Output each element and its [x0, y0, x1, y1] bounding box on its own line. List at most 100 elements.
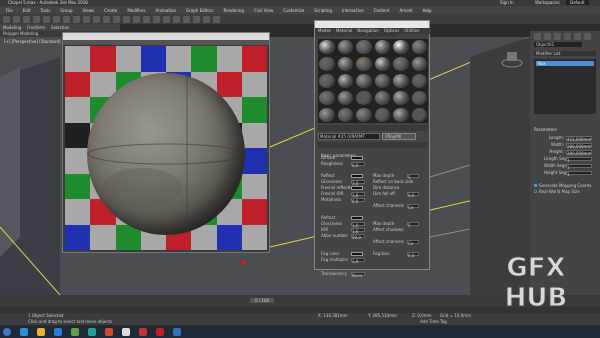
- menu-interactive[interactable]: Interactive: [342, 8, 364, 13]
- move-icon[interactable]: [73, 15, 80, 23]
- object-name-field[interactable]: Object01: [534, 42, 582, 47]
- material-slot[interactable]: [356, 108, 372, 122]
- menu-graph-editors[interactable]: Graph Editors: [186, 8, 213, 13]
- material-slot[interactable]: [319, 91, 335, 105]
- material-slot[interactable]: [393, 91, 409, 105]
- material-slot[interactable]: [411, 108, 427, 122]
- mirror-icon[interactable]: [133, 15, 140, 23]
- render-icon[interactable]: [213, 15, 220, 23]
- render-setup-icon[interactable]: [193, 15, 200, 23]
- color-swatch[interactable]: [351, 173, 363, 178]
- param-spinner[interactable]: 0,0: [407, 191, 419, 198]
- menu-civil-view[interactable]: Civil View: [254, 8, 273, 13]
- menu-modes[interactable]: Modes: [318, 28, 331, 34]
- menu-tools[interactable]: Tools: [40, 8, 50, 13]
- start-icon[interactable]: [3, 328, 11, 336]
- redo-icon[interactable]: [13, 15, 20, 23]
- material-slot[interactable]: [337, 40, 353, 54]
- frame-counter[interactable]: 0 / 100: [250, 298, 275, 303]
- material-slot[interactable]: [356, 74, 372, 88]
- menu-utilities[interactable]: Utilities: [404, 28, 419, 34]
- select-region-icon[interactable]: [63, 15, 70, 23]
- schematic-icon[interactable]: [173, 15, 180, 23]
- scale-icon[interactable]: [93, 15, 100, 23]
- sign-in-link[interactable]: Sign In: [500, 0, 514, 5]
- param-spinner[interactable]: 1,6: [351, 227, 365, 234]
- menu-customize[interactable]: Customize: [283, 8, 304, 13]
- app2-icon[interactable]: [71, 328, 79, 336]
- material-slot[interactable]: [319, 108, 335, 122]
- tab-modeling[interactable]: Modeling: [3, 25, 21, 30]
- coord-z[interactable]: Z: 0,0mm: [412, 313, 432, 318]
- utilities-tab-icon[interactable]: [584, 33, 591, 40]
- material-slot[interactable]: [337, 91, 353, 105]
- param-spinner[interactable]: Co: [407, 239, 419, 246]
- material-slot[interactable]: [319, 57, 335, 71]
- material-slot[interactable]: [356, 91, 372, 105]
- param-spinner[interactable]: 5: [407, 221, 419, 228]
- percent-snap-icon[interactable]: [123, 15, 130, 23]
- render-frame-icon[interactable]: [203, 15, 210, 23]
- material-slot[interactable]: [374, 74, 390, 88]
- material-slot[interactable]: [319, 40, 335, 54]
- material-slot[interactable]: [374, 91, 390, 105]
- layer-icon[interactable]: [153, 15, 160, 23]
- material-slot[interactable]: [411, 57, 427, 71]
- parameters-rollout[interactable]: Parameters: [534, 127, 557, 132]
- align-icon[interactable]: [143, 15, 150, 23]
- menu-help[interactable]: Help: [422, 8, 431, 13]
- color-swatch[interactable]: [351, 215, 363, 220]
- param-spinner[interactable]: 1,0: [351, 221, 365, 228]
- menu-navigation[interactable]: Navigation: [357, 28, 379, 34]
- undo-icon[interactable]: [3, 15, 10, 23]
- material-slot[interactable]: [393, 108, 409, 122]
- curve-editor-icon[interactable]: [163, 15, 170, 23]
- menu-rendering[interactable]: Rendering: [224, 8, 244, 13]
- motion-tab-icon[interactable]: [564, 33, 571, 40]
- menu-views[interactable]: Views: [83, 8, 95, 13]
- material-editor-icon[interactable]: [183, 15, 190, 23]
- box-param-spinner[interactable]: 421,000mm: [566, 135, 592, 142]
- menu-arnold[interactable]: Arnold: [399, 8, 412, 13]
- menu-create[interactable]: Create: [104, 8, 117, 13]
- material-slot[interactable]: [337, 74, 353, 88]
- menu-scripting[interactable]: Scripting: [314, 8, 332, 13]
- param-spinner[interactable]: 1,0: [351, 179, 365, 186]
- color-swatch[interactable]: [351, 251, 363, 256]
- select-icon[interactable]: [53, 15, 60, 23]
- workspace-dropdown[interactable]: Default: [566, 0, 589, 5]
- material-slot[interactable]: [337, 108, 353, 122]
- material-name-field[interactable]: Material #25 (VRAYMT: [318, 133, 380, 140]
- param-spinner[interactable]: 5: [407, 173, 419, 180]
- material-slot[interactable]: [393, 57, 409, 71]
- param-spinner[interactable]: 0,0: [351, 197, 365, 204]
- ie-icon[interactable]: [20, 328, 28, 336]
- material-slot[interactable]: [374, 108, 390, 122]
- material-preview-titlebar[interactable]: Material #25 (VRAY-01): [63, 33, 269, 49]
- create-tab-icon[interactable]: [534, 33, 541, 40]
- coord-y[interactable]: Y: 285,534mm: [368, 313, 397, 318]
- material-editor-window[interactable]: Material Editor - Arch88_004_wallGreyer …: [314, 20, 431, 278]
- param-spinner[interactable]: 0,0: [351, 161, 365, 168]
- modifier-box-item[interactable]: Box: [536, 61, 594, 66]
- color-swatch[interactable]: [351, 155, 363, 160]
- menu-content[interactable]: Content: [374, 8, 390, 13]
- param-spinner[interactable]: 1,0: [351, 257, 365, 264]
- material-slot[interactable]: [374, 40, 390, 54]
- menu-file[interactable]: File: [6, 8, 13, 13]
- material-preview-window[interactable]: Material #25 (VRAY-01) Auto: [62, 32, 270, 253]
- checkbox-generate-mapping[interactable]: [534, 184, 537, 187]
- app3-icon[interactable]: [105, 328, 113, 336]
- color-swatch[interactable]: [351, 185, 363, 190]
- box-param-spinner[interactable]: 1: [566, 156, 592, 163]
- coord-x[interactable]: X: 130,381mm: [318, 313, 348, 318]
- material-type-button[interactable]: VRayMtl: [382, 133, 416, 140]
- material-slot[interactable]: [411, 74, 427, 88]
- menu-options[interactable]: Options: [384, 28, 399, 34]
- basic-parameters-rollout[interactable]: Basic parameters: [318, 142, 428, 158]
- param-spinner[interactable]: 50,0: [351, 233, 365, 240]
- modifier-list-dropdown[interactable]: Modifier List: [534, 51, 596, 56]
- material-slot[interactable]: [337, 57, 353, 71]
- menu-group[interactable]: Group: [60, 8, 72, 13]
- hierarchy-tab-icon[interactable]: [554, 33, 561, 40]
